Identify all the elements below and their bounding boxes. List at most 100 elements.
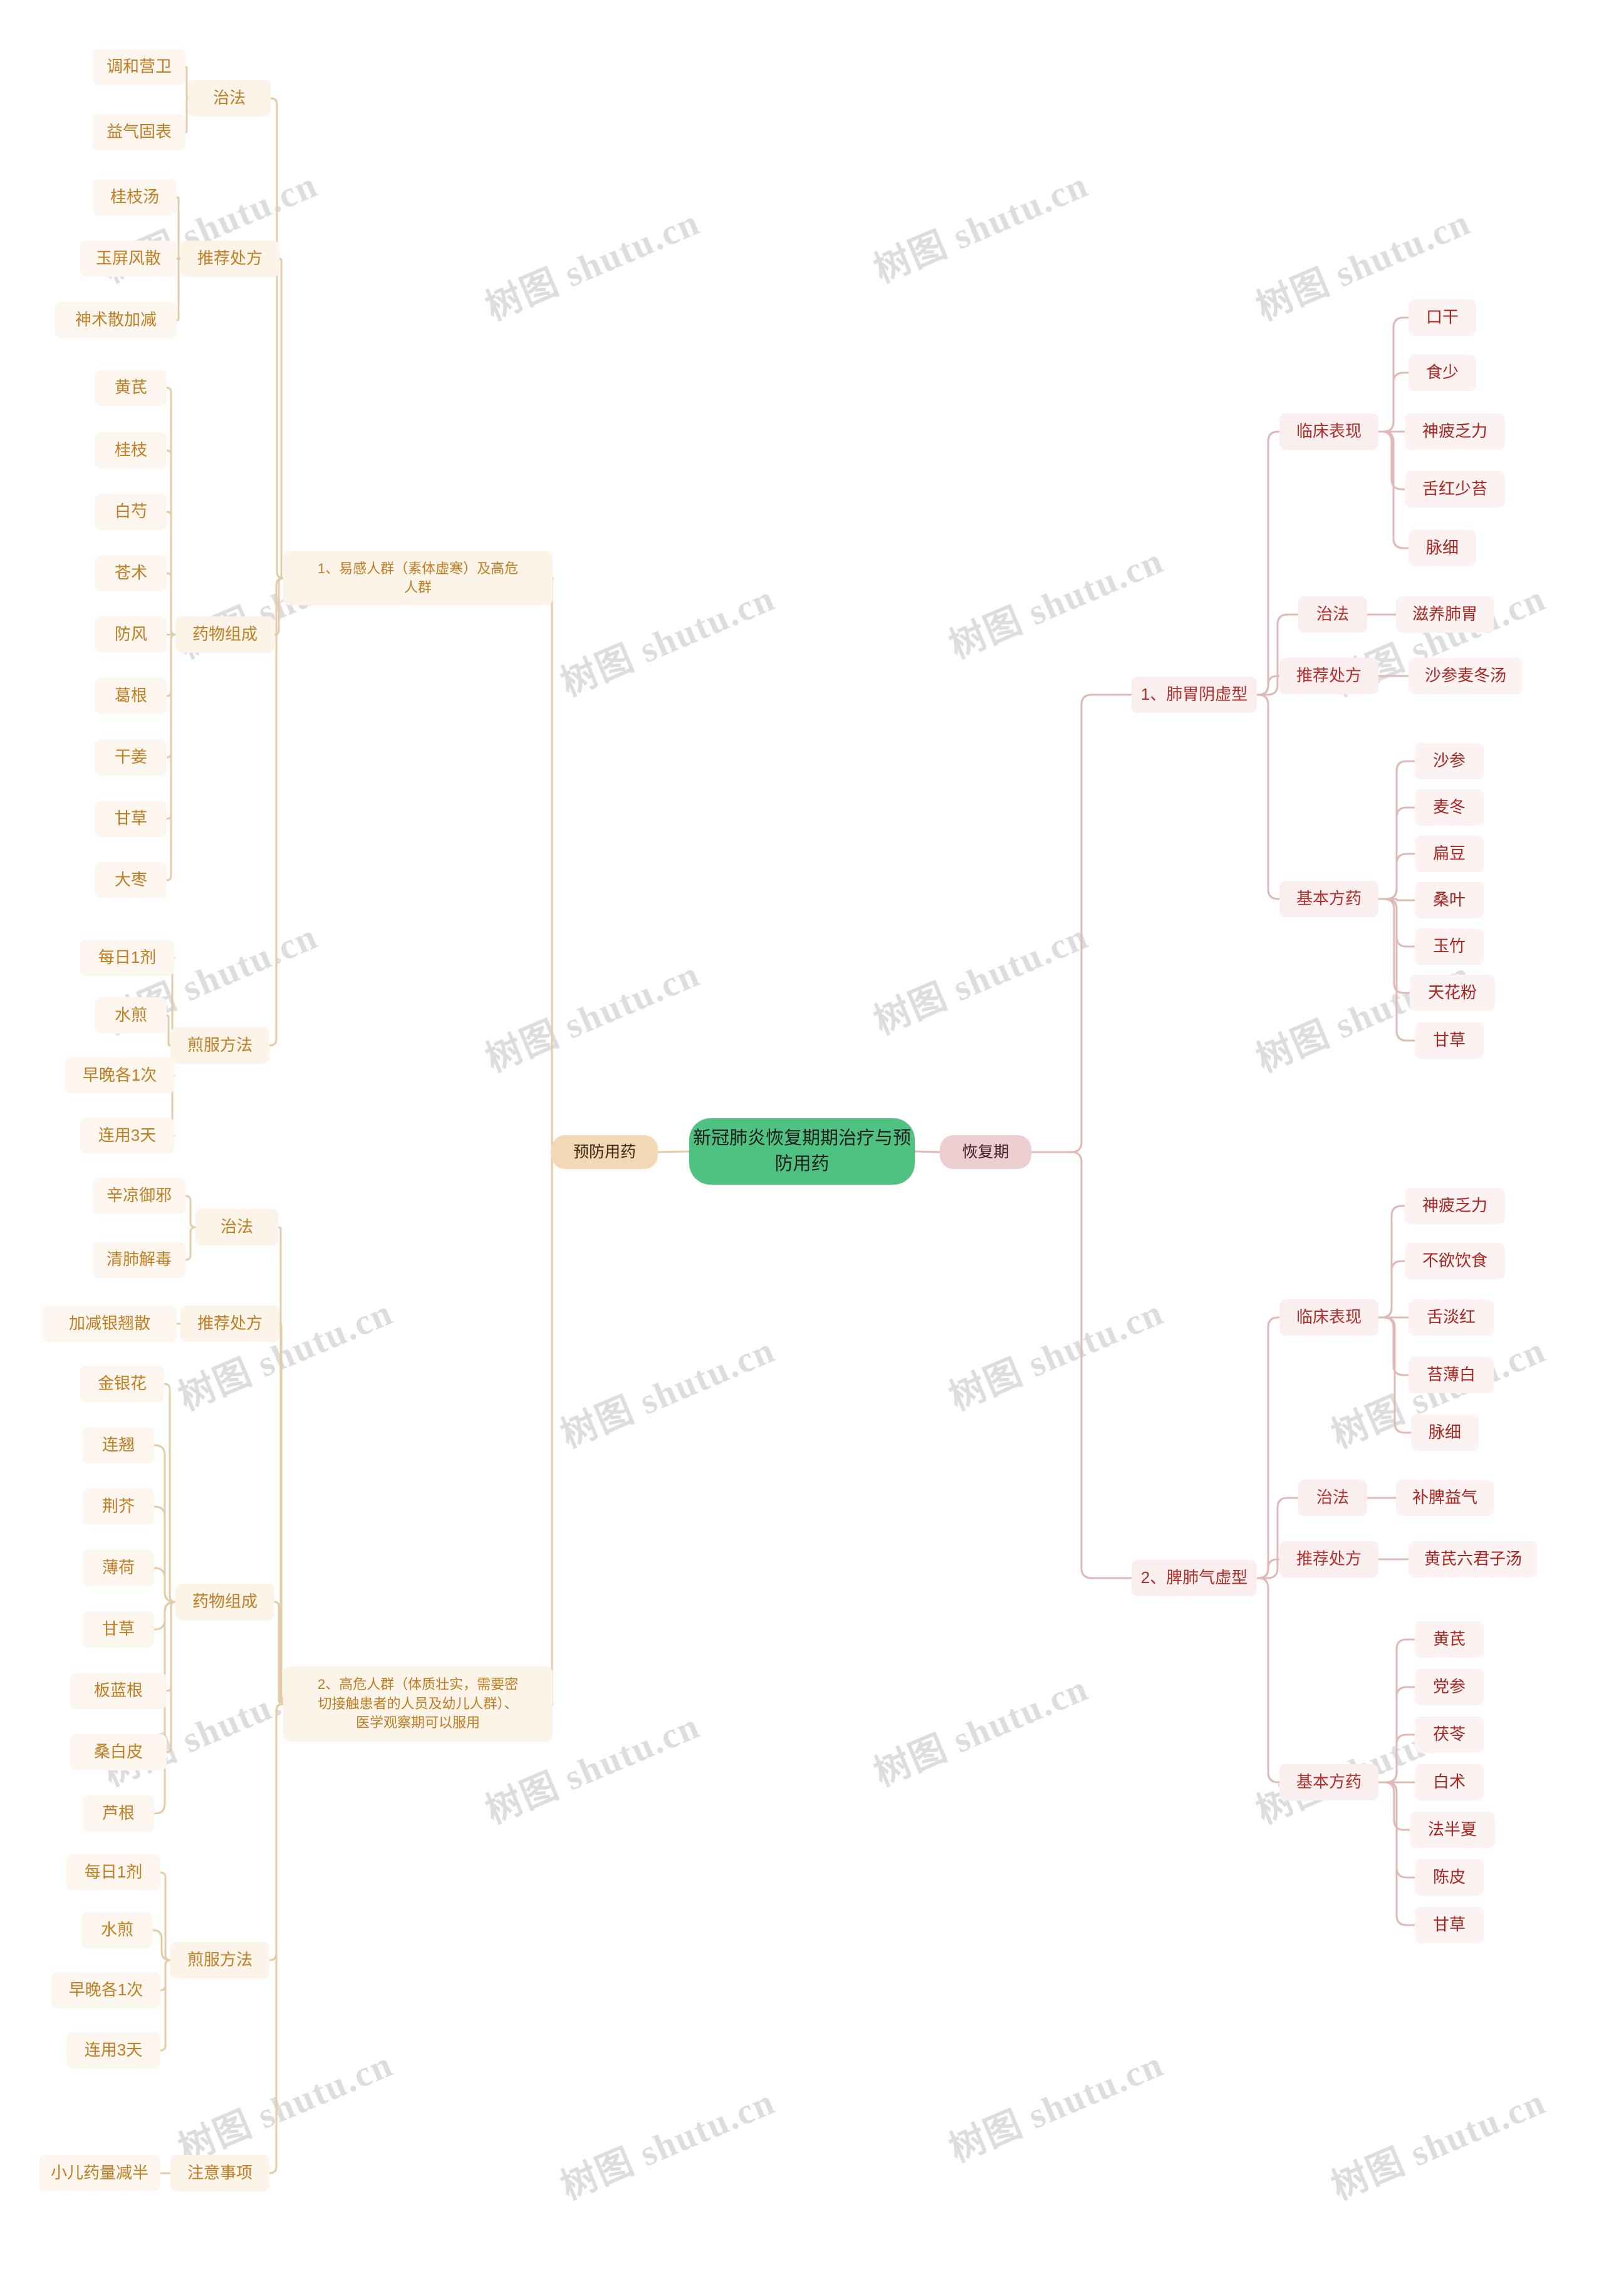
connector (1377, 898, 1416, 948)
left-leaf-2-3-3[interactable]: 荆芥 (83, 1488, 154, 1525)
right-leaf-1-1-4[interactable]: 舌红少苔 (1405, 471, 1505, 507)
left-leaf-2-4-3[interactable]: 早晚各1次 (51, 1972, 160, 2008)
right-leaf-2-4-3[interactable]: 茯苓 (1415, 1717, 1484, 1753)
right-leaf-2-1-2[interactable]: 不欲饮食 (1405, 1243, 1505, 1279)
connector (1377, 1260, 1406, 1319)
right-sub-1-2[interactable]: 治法 (1298, 596, 1367, 633)
left-leaf-2-5-1[interactable]: 小儿药量减半 (39, 2155, 160, 2191)
left-sub-1-3[interactable]: 药物组成 (175, 616, 274, 653)
left-sub-2-5[interactable]: 注意事项 (170, 2155, 269, 2191)
right-leaf-2-1-4[interactable]: 苔薄白 (1409, 1357, 1494, 1393)
left-leaf-1-3-9[interactable]: 大枣 (95, 862, 167, 898)
connector (1377, 898, 1416, 1042)
left-sub-1-1[interactable]: 治法 (188, 80, 271, 117)
right-leaf-2-2-1[interactable]: 补脾益气 (1396, 1480, 1494, 1516)
right-leaf-1-4-4[interactable]: 桑叶 (1415, 882, 1484, 918)
left-sub-1-4[interactable]: 煎服方法 (170, 1027, 269, 1064)
left-leaf-1-4-2[interactable]: 水煎 (95, 997, 167, 1034)
right-sub-1-3[interactable]: 推荐处方 (1279, 658, 1378, 694)
connector (153, 1444, 177, 1603)
watermark: 树图 shutu.cn (943, 2043, 1170, 2170)
right-leaf-1-1-3[interactable]: 神疲乏力 (1405, 413, 1505, 450)
left-leaf-2-3-8[interactable]: 芦根 (83, 1795, 154, 1832)
left-sub-1-2[interactable]: 推荐处方 (180, 241, 279, 277)
right-leaf-2-4-4[interactable]: 白术 (1415, 1764, 1484, 1800)
right-leaf-1-1-5[interactable]: 脉细 (1409, 530, 1476, 566)
root-node[interactable]: 新冠肺炎恢复期期治疗与预防用药 (689, 1118, 915, 1185)
right-leaf-2-4-1[interactable]: 黄芪 (1415, 1621, 1484, 1658)
left-leaf-1-4-4[interactable]: 连用3天 (80, 1118, 174, 1154)
right-sub-1-4[interactable]: 基本方药 (1279, 881, 1378, 917)
left-leaf-2-3-4[interactable]: 薄荷 (83, 1550, 154, 1586)
right-sub-2-4[interactable]: 基本方药 (1279, 1764, 1378, 1800)
left-group-label-1[interactable]: 1、易感人群（素体虚寒）及高危 人群 (283, 551, 553, 605)
right-leaf-1-1-2[interactable]: 食少 (1409, 355, 1476, 391)
left-leaf-2-3-2[interactable]: 连翘 (83, 1427, 154, 1463)
right-leaf-2-1-5[interactable]: 脉细 (1411, 1415, 1479, 1451)
left-leaf-2-4-1[interactable]: 每日1剂 (66, 1854, 160, 1891)
watermark: 树图 shutu.cn (172, 1291, 399, 1418)
right-sub-1-1[interactable]: 临床表现 (1279, 413, 1378, 450)
left-leaf-2-2-1[interactable]: 加减银翘散 (43, 1306, 177, 1342)
left-leaf-2-1-1[interactable]: 辛凉御邪 (93, 1178, 185, 1214)
left-leaf-1-3-4[interactable]: 苍术 (95, 555, 167, 591)
left-leaf-1-3-5[interactable]: 防风 (95, 616, 167, 653)
right-leaf-1-4-1[interactable]: 沙参 (1415, 743, 1484, 779)
right-leaf-2-4-6[interactable]: 陈皮 (1415, 1859, 1484, 1896)
left-sub-2-4[interactable]: 煎服方法 (170, 1942, 269, 1978)
left-leaf-1-4-1[interactable]: 每日1剂 (80, 940, 174, 976)
right-leaf-1-4-3[interactable]: 扁豆 (1415, 836, 1484, 872)
left-sub-2-2[interactable]: 推荐处方 (180, 1306, 279, 1342)
right-leaf-2-4-5[interactable]: 法半夏 (1410, 1812, 1495, 1848)
left-leaf-1-3-1[interactable]: 黄芪 (95, 370, 167, 406)
right-sub-2-3[interactable]: 推荐处方 (1279, 1541, 1378, 1577)
right-leaf-2-4-7[interactable]: 甘草 (1415, 1907, 1484, 1943)
right-leaf-1-4-5[interactable]: 玉竹 (1415, 928, 1484, 965)
left-sub-2-3[interactable]: 药物组成 (175, 1584, 274, 1620)
left-group-label-2[interactable]: 2、高危人群（体质壮实，需要密 切接触患者的人员及幼儿人群）、 医学观察期可以服… (283, 1666, 553, 1742)
connector (184, 1226, 197, 1261)
left-leaf-2-3-7[interactable]: 桑白皮 (70, 1734, 167, 1770)
connector (1377, 1638, 1416, 1784)
connector (1377, 1316, 1412, 1434)
left-leaf-1-3-3[interactable]: 白芍 (95, 494, 167, 530)
branch-preventive-medication[interactable]: 预防用药 (551, 1135, 658, 1169)
right-leaf-2-4-2[interactable]: 党参 (1415, 1669, 1484, 1705)
left-sub-2-1[interactable]: 治法 (195, 1209, 278, 1245)
left-leaf-1-4-3[interactable]: 早晚各1次 (65, 1057, 174, 1094)
left-leaf-2-3-1[interactable]: 金银花 (80, 1366, 164, 1402)
right-leaf-2-3-1[interactable]: 黄芪六君子汤 (1409, 1541, 1538, 1577)
left-leaf-1-3-8[interactable]: 甘草 (95, 801, 167, 837)
right-leaf-2-1-1[interactable]: 神疲乏力 (1405, 1188, 1505, 1224)
right-group-label-2[interactable]: 2、脾肺气虚型 (1132, 1560, 1257, 1596)
right-leaf-1-2-1[interactable]: 滋养肺胃 (1396, 596, 1494, 633)
left-leaf-2-4-4[interactable]: 连用3天 (66, 2032, 160, 2069)
left-leaf-1-3-6[interactable]: 葛根 (95, 678, 167, 714)
right-leaf-1-1-1[interactable]: 口干 (1409, 299, 1476, 336)
right-sub-2-2[interactable]: 治法 (1298, 1480, 1367, 1516)
branch-recovery-phase[interactable]: 恢复期 (940, 1135, 1031, 1169)
right-leaf-1-4-2[interactable]: 麦冬 (1415, 789, 1484, 826)
connector (165, 511, 177, 636)
left-leaf-1-1-2[interactable]: 益气固表 (93, 114, 185, 150)
right-leaf-1-3-1[interactable]: 沙参麦冬汤 (1409, 658, 1523, 694)
left-leaf-1-3-2[interactable]: 桂枝 (95, 432, 167, 469)
connector (1030, 1151, 1133, 1579)
left-leaf-1-2-1[interactable]: 桂枝汤 (93, 179, 177, 216)
left-leaf-1-2-3[interactable]: 神术散加减 (55, 302, 177, 338)
left-leaf-2-4-2[interactable]: 水煎 (81, 1912, 153, 1948)
right-leaf-1-4-7[interactable]: 甘草 (1415, 1022, 1484, 1059)
right-leaf-1-4-6[interactable]: 天花粉 (1410, 975, 1495, 1011)
left-leaf-1-3-7[interactable]: 干姜 (95, 739, 167, 776)
left-leaf-2-3-6[interactable]: 板蓝根 (70, 1673, 167, 1709)
left-leaf-2-1-2[interactable]: 清肺解毒 (93, 1242, 185, 1278)
right-leaf-2-1-3[interactable]: 舌淡红 (1409, 1299, 1494, 1336)
left-leaf-1-1-1[interactable]: 调和营卫 (93, 49, 185, 85)
connector (273, 1601, 284, 1705)
left-leaf-1-2-2[interactable]: 玉屏风散 (80, 241, 177, 277)
right-sub-2-1[interactable]: 临床表现 (1279, 1299, 1378, 1336)
connector (550, 1151, 554, 1705)
left-leaf-2-3-5[interactable]: 甘草 (83, 1611, 154, 1648)
connector (165, 1601, 177, 1692)
right-group-label-1[interactable]: 1、肺胃阴虚型 (1132, 677, 1257, 713)
